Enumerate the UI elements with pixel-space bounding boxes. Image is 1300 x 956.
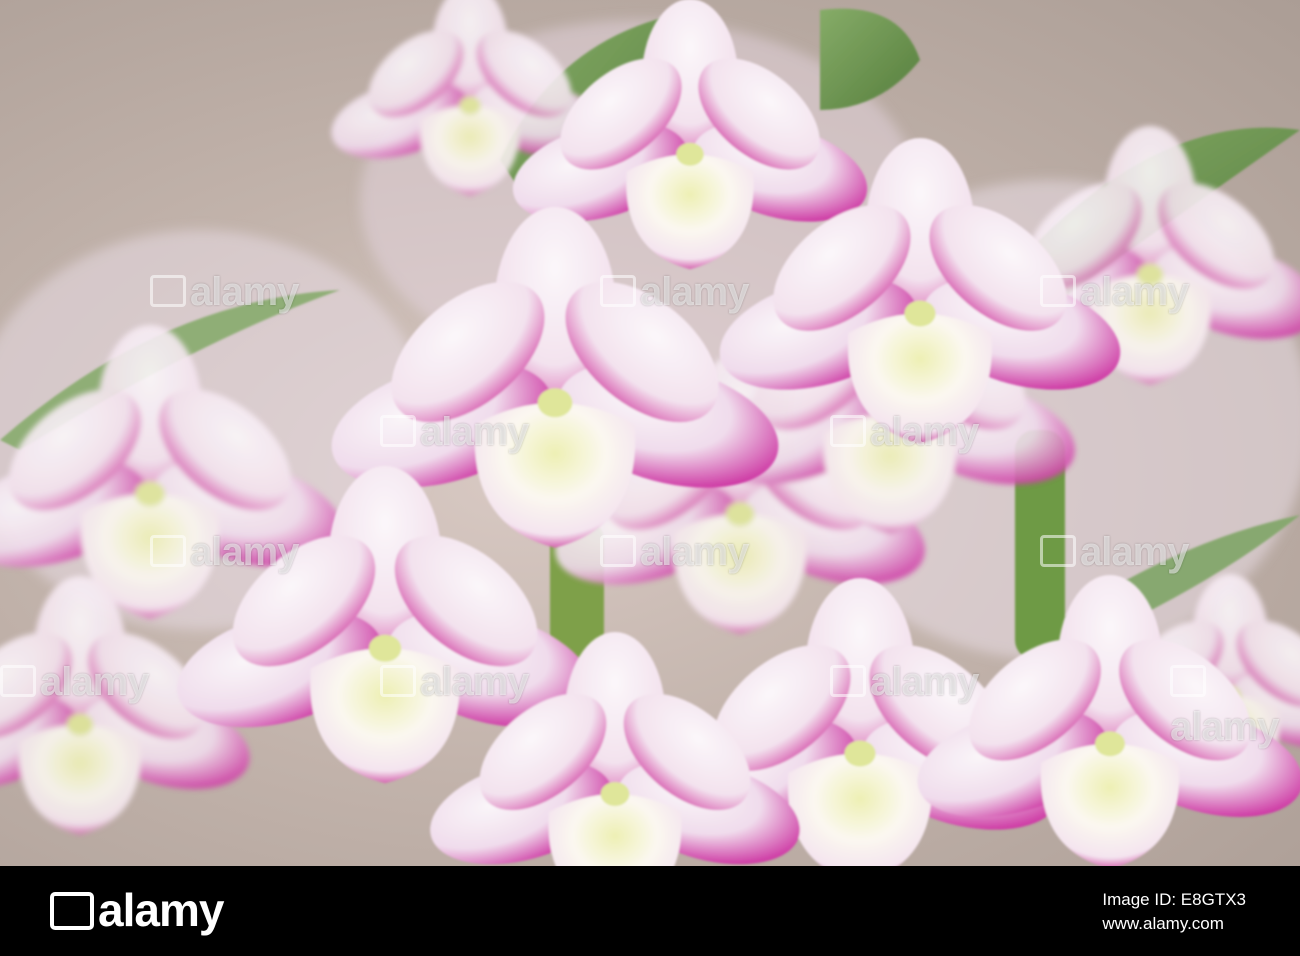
image-meta: Image ID: E8GTX3 www.alamy.com (1102, 888, 1246, 936)
orchid-photo: alamy alamy alamy alamy alamy alamy alam… (0, 0, 1300, 866)
alamy-logo[interactable]: alamy (50, 882, 224, 938)
orchid-illustration (0, 0, 1300, 866)
logo-a-icon (50, 891, 94, 930)
website-link[interactable]: www.alamy.com (1102, 912, 1246, 936)
logo-text: alamy (98, 884, 224, 936)
image-id: Image ID: E8GTX3 (1102, 890, 1246, 909)
stock-footer-bar: alamy Image ID: E8GTX3 www.alamy.com (0, 866, 1300, 956)
